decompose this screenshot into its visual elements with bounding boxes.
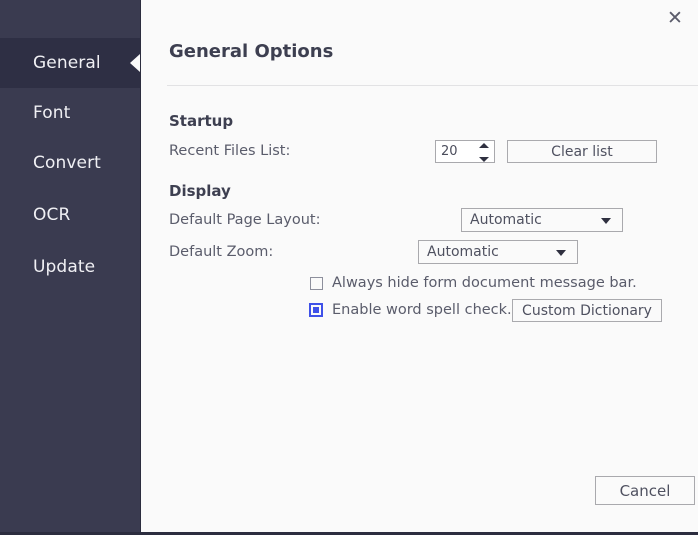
page-title: General Options — [169, 41, 334, 62]
sidebar-item-convert[interactable]: Convert — [0, 138, 140, 188]
checkbox-checked-icon[interactable] — [309, 303, 323, 317]
default-page-layout-label: Default Page Layout: — [169, 212, 321, 228]
select-value: Automatic — [427, 244, 499, 260]
sidebar-item-ocr[interactable]: OCR — [0, 190, 140, 240]
options-dialog-window: General Font Convert OCR Update ✕ Genera… — [0, 0, 698, 535]
chevron-down-icon — [556, 250, 566, 256]
recent-files-label: Recent Files List: — [169, 143, 291, 159]
default-zoom-label: Default Zoom: — [169, 244, 274, 260]
sidebar-item-label: OCR — [33, 205, 71, 225]
sidebar-item-update[interactable]: Update — [0, 242, 140, 292]
sidebar-item-label: Update — [33, 257, 96, 277]
stepper-buttons[interactable] — [478, 143, 489, 162]
triangle-up-icon[interactable] — [478, 143, 489, 148]
chevron-down-icon — [601, 218, 611, 224]
cancel-button[interactable]: Cancel — [595, 476, 695, 505]
spell-check-checkbox-row[interactable]: Enable word spell check. — [309, 302, 512, 318]
selected-pointer-icon — [130, 54, 140, 72]
group-heading-display: Display — [169, 182, 231, 200]
custom-dictionary-button[interactable]: Custom Dictionary — [512, 299, 662, 322]
group-heading-startup: Startup — [169, 112, 234, 130]
sidebar-item-label: Font — [33, 103, 71, 123]
sidebar-item-font[interactable]: Font — [0, 88, 140, 138]
default-page-layout-select[interactable]: Automatic — [461, 208, 623, 232]
triangle-down-icon[interactable] — [478, 157, 489, 162]
settings-sidebar: General Font Convert OCR Update — [0, 0, 140, 532]
checkbox-label: Enable word spell check. — [332, 302, 512, 318]
checkbox-label: Always hide form document message bar. — [332, 275, 637, 291]
close-icon[interactable]: ✕ — [660, 3, 690, 33]
select-value: Automatic — [470, 212, 542, 228]
sidebar-item-general[interactable]: General — [0, 38, 140, 88]
sidebar-item-label: Convert — [33, 153, 101, 173]
checkbox-unchecked-icon[interactable] — [310, 276, 323, 290]
options-panel: ✕ General Options Startup Recent Files L… — [140, 0, 698, 532]
default-zoom-select[interactable]: Automatic — [418, 240, 578, 264]
recent-files-input[interactable] — [441, 144, 471, 159]
hide-message-bar-checkbox-row[interactable]: Always hide form document message bar. — [310, 275, 637, 291]
title-divider — [167, 85, 698, 86]
recent-files-stepper[interactable] — [435, 140, 495, 163]
clear-list-button[interactable]: Clear list — [507, 140, 657, 163]
sidebar-item-label: General — [33, 53, 101, 73]
